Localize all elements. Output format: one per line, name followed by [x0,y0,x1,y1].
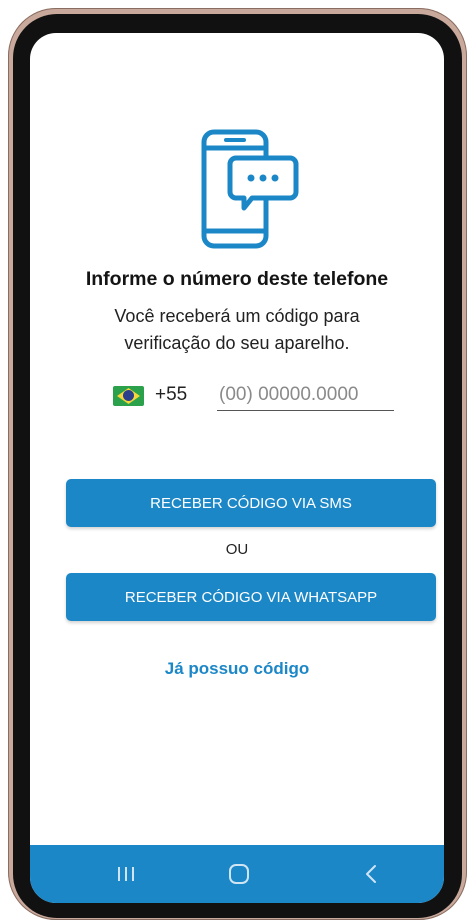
brazil-flag-icon[interactable] [113,386,144,406]
country-code: +55 [155,384,188,405]
sms-button-label: RECEBER CÓDIGO VIA SMS [150,494,352,512]
system-navigation-bar [30,845,444,903]
phone-number-input[interactable] [217,380,394,411]
home-icon[interactable] [226,861,252,887]
whatsapp-button-label: RECEBER CÓDIGO VIA WHATSAPP [124,588,378,606]
app-screen: Informe o número deste telefone Você rec… [30,33,444,903]
receive-whatsapp-code-button[interactable]: RECEBER CÓDIGO VIA WHATSAPP [66,573,436,621]
have-code-link[interactable]: Já possuo código [30,659,444,679]
phone-message-icon [201,129,299,249]
flag-globe [123,390,134,401]
page-subtitle: Você receberá um código para verificação… [114,306,360,353]
recents-icon[interactable] [115,861,137,887]
or-separator: OU [225,541,249,558]
back-icon[interactable] [360,861,382,887]
receive-sms-code-button[interactable]: RECEBER CÓDIGO VIA SMS [66,479,436,527]
page-title: Informe o número deste telefone [85,268,389,290]
